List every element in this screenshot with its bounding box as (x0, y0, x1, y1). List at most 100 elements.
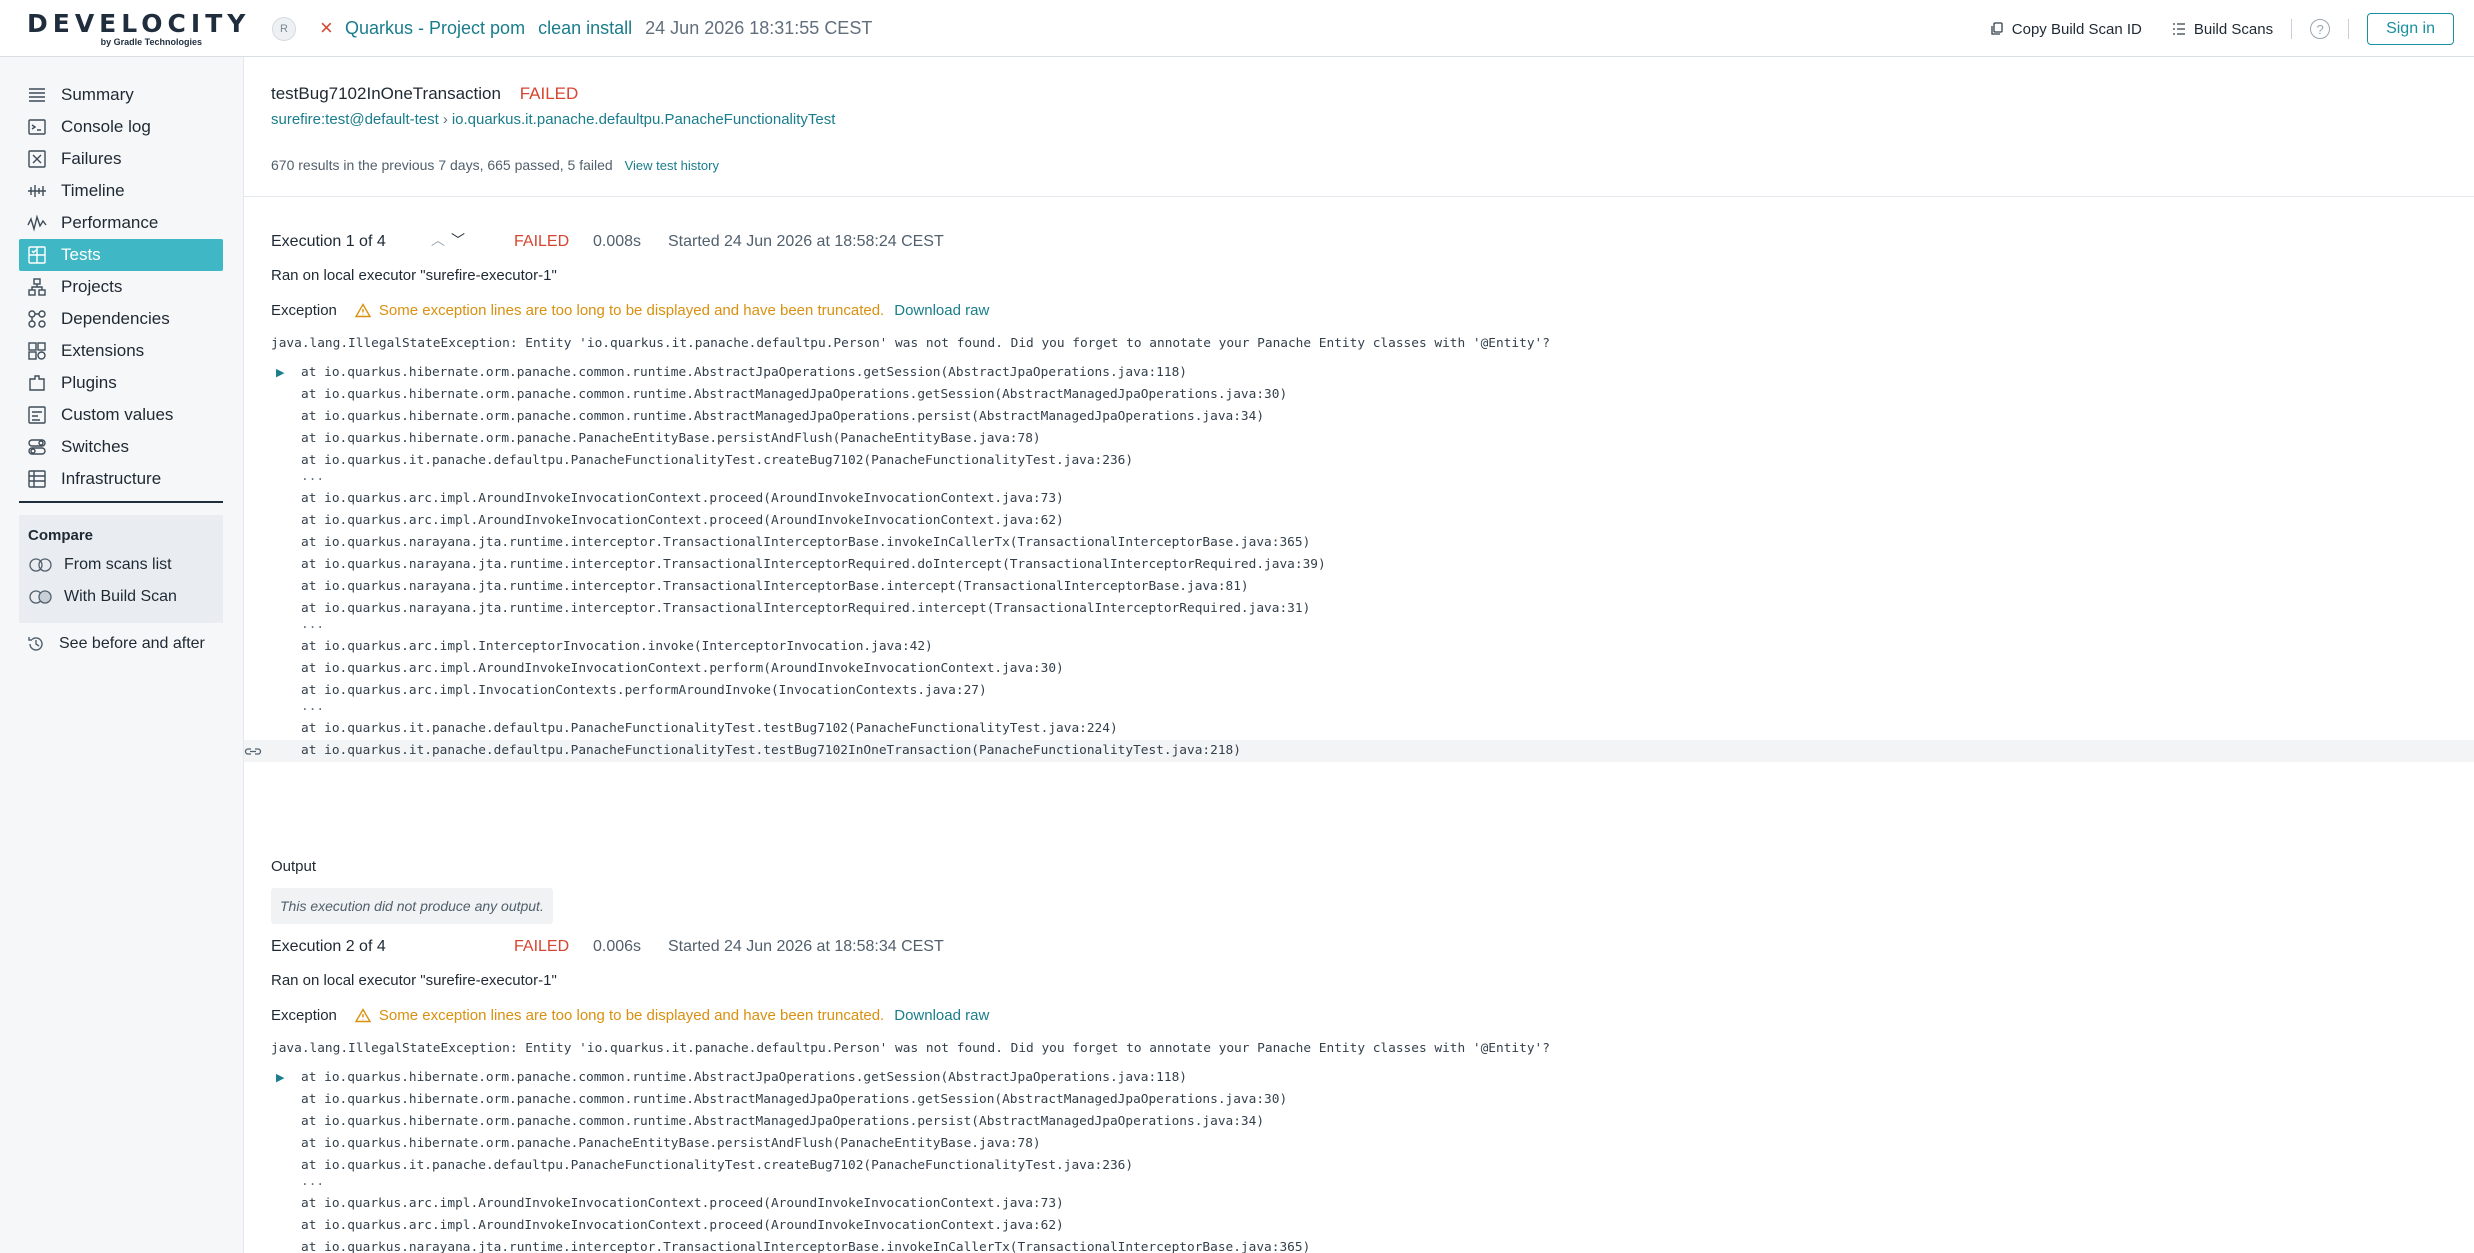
see-before-and-after-link[interactable]: See before and after (27, 635, 205, 653)
test-status-badge: FAILED (519, 84, 579, 103)
execution-title: Execution 2 of 4 (271, 938, 386, 955)
stack-trace-text: ... (301, 699, 325, 714)
sidebar-item-timeline[interactable]: Timeline (19, 175, 223, 207)
link-icon[interactable] (244, 744, 262, 758)
chevron-up-icon[interactable]: ︿ (431, 230, 445, 250)
stack-trace-collapsed-frames[interactable]: ... (271, 1174, 2461, 1193)
output-empty-message: This execution did not produce any outpu… (271, 888, 553, 924)
expand-trace-icon[interactable]: ▶ (276, 1067, 284, 1089)
summary-icon (29, 88, 45, 102)
executor-info: Ran on local executor "surefire-executor… (271, 972, 557, 989)
build-task[interactable]: clean install (538, 18, 632, 38)
history-icon (28, 637, 43, 651)
sidebar-item-label: Summary (61, 85, 134, 104)
compare-overlap-icon (29, 590, 52, 604)
dependencies-icon (28, 310, 46, 328)
stack-trace-text: at io.quarkus.hibernate.orm.panache.comm… (301, 1114, 1265, 1129)
stack-trace-line: at io.quarkus.narayana.jta.runtime.inter… (271, 554, 2461, 576)
stack-trace-line: at io.quarkus.it.panache.defaultpu.Panac… (271, 1155, 2461, 1177)
sidebar-divider (19, 501, 223, 503)
develocity-logo[interactable]: DEVELOCITY by Gradle Technologies (27, 11, 245, 48)
chevron-right-icon: › (442, 111, 448, 128)
compare-from-scans-list[interactable]: From scans list (19, 549, 223, 581)
stack-trace-text: at io.quarkus.narayana.jta.runtime.inter… (301, 535, 1311, 550)
stack-trace-text: ... (301, 1174, 325, 1189)
stack-trace-text: at io.quarkus.hibernate.orm.panache.Pana… (301, 1136, 1041, 1151)
sidebar-item-summary[interactable]: Summary (19, 79, 223, 111)
download-raw-link[interactable]: Download raw (894, 302, 989, 319)
stack-trace-line: ▶ at io.quarkus.hibernate.orm.panache.com… (271, 1067, 2461, 1089)
expand-trace-icon[interactable]: ▶ (276, 362, 284, 384)
stack-trace-collapsed-frames[interactable]: ... (271, 699, 2461, 718)
help-icon[interactable]: ? (2310, 19, 2331, 39)
build-scans-button[interactable]: Build Scans (2172, 21, 2273, 38)
stack-trace-text: at io.quarkus.hibernate.orm.panache.comm… (301, 409, 1265, 424)
sidebar-item-projects[interactable]: Projects (19, 271, 223, 303)
sidebar-item-label: Performance (61, 213, 159, 232)
sidebar-item-performance[interactable]: Performance (19, 207, 223, 239)
stack-trace-text: at io.quarkus.arc.impl.InvocationContext… (301, 683, 987, 698)
stack-trace-line: at io.quarkus.hibernate.orm.panache.comm… (271, 384, 2461, 406)
stack-trace-line: at io.quarkus.it.panache.defaultpu.Panac… (244, 740, 2474, 762)
stack-trace-text: ... (301, 617, 325, 632)
sidebar-item-plugins[interactable]: Plugins (19, 367, 223, 399)
sidebar-item-label: Extensions (61, 341, 145, 360)
stack-trace-text: at io.quarkus.arc.impl.AroundInvokeInvoc… (301, 1218, 1064, 1233)
stack-trace-text: at io.quarkus.narayana.jta.runtime.inter… (301, 601, 1311, 616)
sign-in-button[interactable]: Sign in (2367, 13, 2454, 45)
view-test-history-link[interactable]: View test history (625, 158, 719, 173)
breadcrumb-class-link[interactable]: io.quarkus.it.panache.defaultpu.PanacheF… (452, 111, 836, 128)
execution-status: FAILED (514, 233, 570, 250)
warning-icon (354, 303, 371, 318)
sidebar-nav: Summary Console log Failures Timeline Perfor… (19, 79, 223, 495)
execution-status: FAILED (514, 938, 570, 955)
copy-build-scan-id-button[interactable]: Copy Build Scan ID (1990, 21, 2142, 38)
sidebar-item-dependencies[interactable]: Dependencies (19, 303, 223, 335)
header-divider (2348, 19, 2350, 39)
compare-title: Compare (28, 527, 94, 544)
avatar[interactable]: R (272, 17, 296, 41)
chevron-down-icon[interactable]: ﹀ (451, 230, 465, 250)
breadcrumb-task-link[interactable]: surefire:test@default-test (271, 111, 439, 128)
stack-trace-text: at io.quarkus.arc.impl.InterceptorInvoca… (301, 639, 933, 654)
stack-trace-text: at io.quarkus.narayana.jta.runtime.inter… (301, 557, 1326, 572)
sidebar-item-console-log[interactable]: Console log (19, 111, 223, 143)
plugins-icon (29, 375, 45, 391)
project-name[interactable]: Quarkus - Project pom (345, 18, 525, 38)
build-failed-icon: × (320, 15, 333, 40)
stack-trace-line: ▶ at io.quarkus.hibernate.orm.panache.com… (271, 362, 2461, 384)
stack-trace-text: at io.quarkus.it.panache.defaultpu.Panac… (301, 721, 1118, 736)
stack-trace-collapsed-frames[interactable]: ... (271, 617, 2461, 636)
sidebar-item-extensions[interactable]: Extensions (19, 335, 223, 367)
sidebar-item-label: Failures (61, 149, 122, 168)
exception-message: java.lang.IllegalStateException: Entity … (271, 1041, 1550, 1056)
stack-trace-text: at io.quarkus.it.panache.defaultpu.Panac… (301, 743, 1241, 758)
compare-panel: Compare From scans list With Build Scan (19, 515, 223, 623)
see-before-and-after-label: See before and after (59, 635, 205, 652)
sidebar-item-label: Plugins (61, 373, 117, 392)
sidebar-item-label: Tests (61, 245, 101, 264)
custom-values-icon (28, 406, 46, 424)
warning-icon (354, 1008, 371, 1023)
compare-from-scans-label: From scans list (64, 556, 172, 573)
stack-trace-collapsed-frames[interactable]: ... (271, 470, 2461, 488)
stack-trace-line: at io.quarkus.hibernate.orm.panache.comm… (271, 1089, 2461, 1111)
stack-trace-line: at io.quarkus.arc.impl.AroundInvokeInvoc… (271, 510, 2461, 532)
sidebar-item-label: Custom values (61, 405, 174, 424)
tests-icon (28, 246, 46, 264)
execution-duration: 0.008s (593, 233, 642, 250)
exception-header: Exception Some exception lines are too l… (271, 302, 989, 319)
sidebar-item-switches[interactable]: Switches (19, 431, 223, 463)
stack-trace-line: at io.quarkus.arc.impl.InvocationContext… (271, 680, 2461, 702)
sidebar-item-infrastructure[interactable]: Infrastructure (19, 463, 223, 495)
main-content: testBug7102InOneTransaction FAILED suref… (244, 57, 2474, 1253)
sidebar-item-custom-values[interactable]: Custom values (19, 399, 223, 431)
sidebar-item-tests[interactable]: Tests (19, 239, 223, 271)
compare-with-build-scan[interactable]: With Build Scan (19, 581, 223, 613)
sidebar-item-label: Projects (61, 277, 123, 296)
test-name: testBug7102InOneTransaction (271, 84, 501, 103)
download-raw-link[interactable]: Download raw (894, 1007, 989, 1024)
sidebar-item-failures[interactable]: Failures (19, 143, 223, 175)
exception-label: Exception (271, 1007, 337, 1024)
switches-icon (28, 439, 46, 455)
